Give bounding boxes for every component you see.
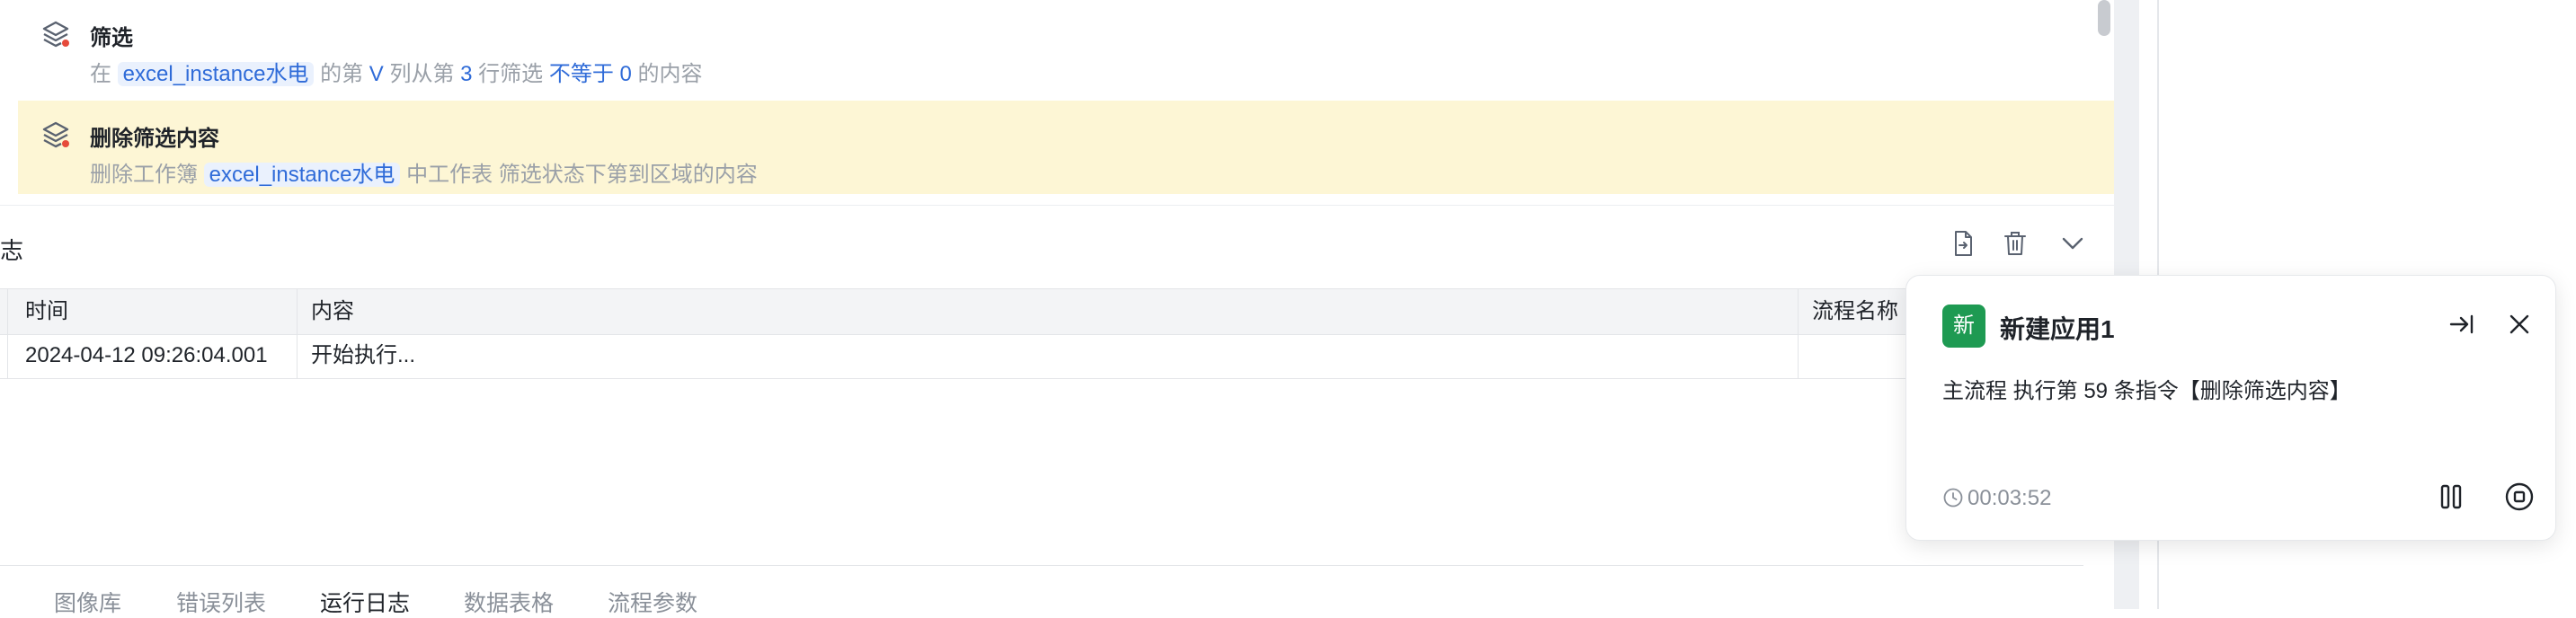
column-divider <box>1798 288 1799 378</box>
row-token: 3 <box>460 62 473 86</box>
tab-image-library[interactable]: 图像库 <box>54 586 121 618</box>
layers-icon <box>42 121 69 148</box>
workbook-token: excel_instance水电 <box>203 163 401 187</box>
clock-icon <box>1943 488 1963 508</box>
app-title: 新建应用1 <box>2000 315 2115 343</box>
column-header-flow-name[interactable]: 流程名称 <box>1812 289 1898 334</box>
workbook-token: excel_instance水电 <box>117 62 315 86</box>
elapsed-timer: 00:03:52 <box>1942 486 2051 511</box>
app-badge: 新 <box>1942 305 1985 348</box>
tab-flow-params[interactable]: 流程参数 <box>608 586 697 618</box>
column-divider <box>7 288 8 378</box>
operator-token: 不等于 <box>548 62 614 86</box>
scrollbar-thumb[interactable] <box>2098 0 2110 36</box>
instruction-title: 筛选 <box>90 26 133 50</box>
chevron-down-icon[interactable] <box>2058 229 2087 258</box>
status-message: 主流程 执行第 59 条指令【删除筛选内容】 <box>1942 379 2351 403</box>
column-token: V <box>369 62 384 86</box>
run-log-panel: 志 时间 内容 流程名称 2024-04-12 09:26:04.001 开始执… <box>0 205 2114 569</box>
instruction-description: 在 excel_instance水电 的第 V 列从第 3 行筛选 不等于 0 … <box>90 62 703 86</box>
run-status-popup: 新 新建应用1 主流程 执行第 59 条指令【删除筛选内容】 00:03:52 <box>1905 275 2556 541</box>
close-icon[interactable] <box>2503 308 2536 340</box>
column-divider <box>297 288 298 378</box>
stop-icon[interactable] <box>2503 481 2536 513</box>
value-token: 0 <box>619 62 632 86</box>
instruction-description: 删除工作簿 excel_instance水电 中工作表 筛选状态下第到区域的内容 <box>90 163 758 187</box>
trash-icon[interactable] <box>2001 229 2030 258</box>
tab-error-list[interactable]: 错误列表 <box>176 586 266 618</box>
tab-run-log[interactable]: 运行日志 <box>320 586 410 618</box>
log-time: 2024-04-12 09:26:04.001 <box>25 343 268 367</box>
instruction-title: 删除筛选内容 <box>90 127 219 151</box>
log-content: 开始执行... <box>311 343 416 367</box>
log-panel-title: 志 <box>0 237 24 264</box>
instruction-item-delete-filtered[interactable]: 删除筛选内容 删除工作簿 excel_instance水电 中工作表 筛选状态下… <box>18 101 2114 194</box>
instruction-item-filter[interactable]: 筛选 在 excel_instance水电 的第 V 列从第 3 行筛选 不等于… <box>18 0 2114 93</box>
column-header-content[interactable]: 内容 <box>311 289 354 334</box>
column-header-time[interactable]: 时间 <box>25 289 68 334</box>
instruction-list: 筛选 在 excel_instance水电 的第 V 列从第 3 行筛选 不等于… <box>0 0 2114 194</box>
tab-data-table[interactable]: 数据表格 <box>464 586 554 618</box>
divider <box>0 565 2083 566</box>
pause-icon[interactable] <box>2435 481 2467 513</box>
export-file-icon[interactable] <box>1949 229 1977 258</box>
collapse-to-right-icon[interactable] <box>2446 308 2478 340</box>
layers-icon <box>42 21 69 48</box>
